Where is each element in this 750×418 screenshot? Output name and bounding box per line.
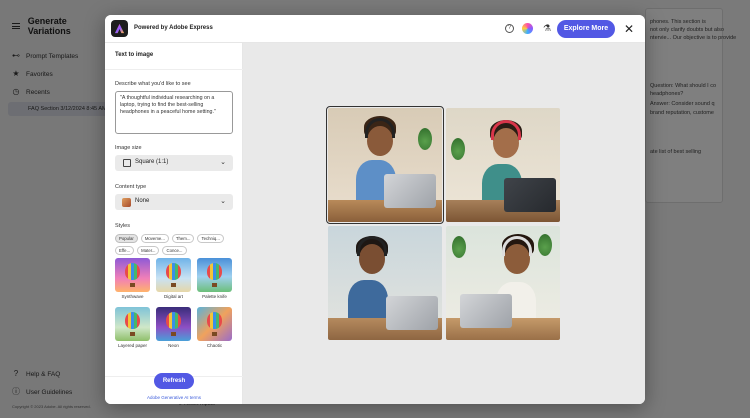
- content-type-value: None: [135, 198, 150, 204]
- style-synthwave[interactable]: Synthwave: [115, 258, 150, 300]
- generated-image-2[interactable]: [446, 108, 560, 222]
- image-size-label: Image size: [115, 145, 142, 151]
- style-thumbnail: [156, 307, 191, 341]
- content-type-thumbnail: [122, 198, 131, 207]
- styles-label: Styles: [115, 223, 130, 229]
- text-to-image-panel: Text to image Describe what you'd like t…: [105, 43, 243, 404]
- chip-popular[interactable]: Popular: [115, 234, 138, 243]
- adobe-express-logo: [111, 20, 128, 37]
- style-thumbnail: [197, 258, 232, 292]
- style-thumbnail: [156, 258, 191, 292]
- powered-by-label: Powered by Adobe Express: [134, 25, 213, 31]
- chip-materials[interactable]: Mater...: [137, 246, 160, 255]
- style-label: Layered paper: [117, 343, 148, 348]
- content-type-select[interactable]: None ⌄: [115, 194, 233, 210]
- generated-image-1[interactable]: [326, 106, 444, 224]
- prompt-label: Describe what you'd like to see: [115, 81, 191, 87]
- chevron-down-icon: ⌄: [220, 198, 226, 205]
- style-label: Synthwave: [121, 294, 144, 299]
- chip-concepts[interactable]: Conce...: [162, 246, 187, 255]
- chip-themes[interactable]: Them...: [171, 234, 195, 243]
- divider: [105, 69, 243, 70]
- flask-icon[interactable]: ⚗: [543, 23, 551, 34]
- chip-effects[interactable]: Effe...: [115, 246, 135, 255]
- style-layered-paper[interactable]: Layered paper: [115, 307, 150, 349]
- adobe-a-icon: [114, 23, 125, 34]
- style-label: Digital art: [163, 294, 183, 299]
- square-icon: [123, 159, 131, 167]
- image-size-select[interactable]: Square (1:1) ⌄: [115, 155, 233, 171]
- panel-title: Text to image: [115, 52, 154, 58]
- close-icon[interactable]: ✕: [622, 22, 636, 36]
- dialog-header: Powered by Adobe Express ? ⚗ Explore Mor…: [105, 15, 645, 43]
- generated-image-4[interactable]: [446, 226, 560, 340]
- chevron-down-icon: ⌄: [220, 159, 226, 166]
- image-size-value: Square (1:1): [135, 159, 169, 165]
- style-category-chips: Popular Moveme... Them... Techniq... Eff…: [115, 234, 237, 255]
- adobe-express-dialog: Powered by Adobe Express ? ⚗ Explore Mor…: [105, 15, 645, 404]
- style-thumbnail: [197, 307, 232, 341]
- style-chaotic[interactable]: Chaotic: [197, 307, 232, 349]
- content-type-label: Content type: [115, 184, 147, 190]
- style-label: Chaotic: [206, 343, 223, 348]
- style-digital-art[interactable]: Digital art: [156, 258, 191, 300]
- explore-more-button[interactable]: Explore More: [557, 20, 615, 38]
- style-neon[interactable]: Neon: [156, 307, 191, 349]
- color-palette-icon[interactable]: [522, 23, 533, 34]
- generative-ai-terms-link[interactable]: Adobe Generative AI terms: [105, 395, 243, 400]
- prompt-textarea[interactable]: "A thoughtful individual researching on …: [115, 91, 233, 134]
- refresh-button[interactable]: Refresh: [154, 373, 194, 389]
- style-label: Palette knife: [202, 294, 227, 299]
- generated-image-3[interactable]: [328, 226, 442, 340]
- chip-techniques[interactable]: Techniq...: [197, 234, 224, 243]
- style-label: Neon: [168, 343, 179, 348]
- style-thumbnail: [115, 307, 150, 341]
- image-results-area: [243, 43, 645, 404]
- style-thumbnail: [115, 258, 150, 292]
- style-palette-knife[interactable]: Palette knife: [197, 258, 232, 300]
- chip-movements[interactable]: Moveme...: [140, 234, 169, 243]
- help-circle-icon[interactable]: ?: [505, 24, 514, 33]
